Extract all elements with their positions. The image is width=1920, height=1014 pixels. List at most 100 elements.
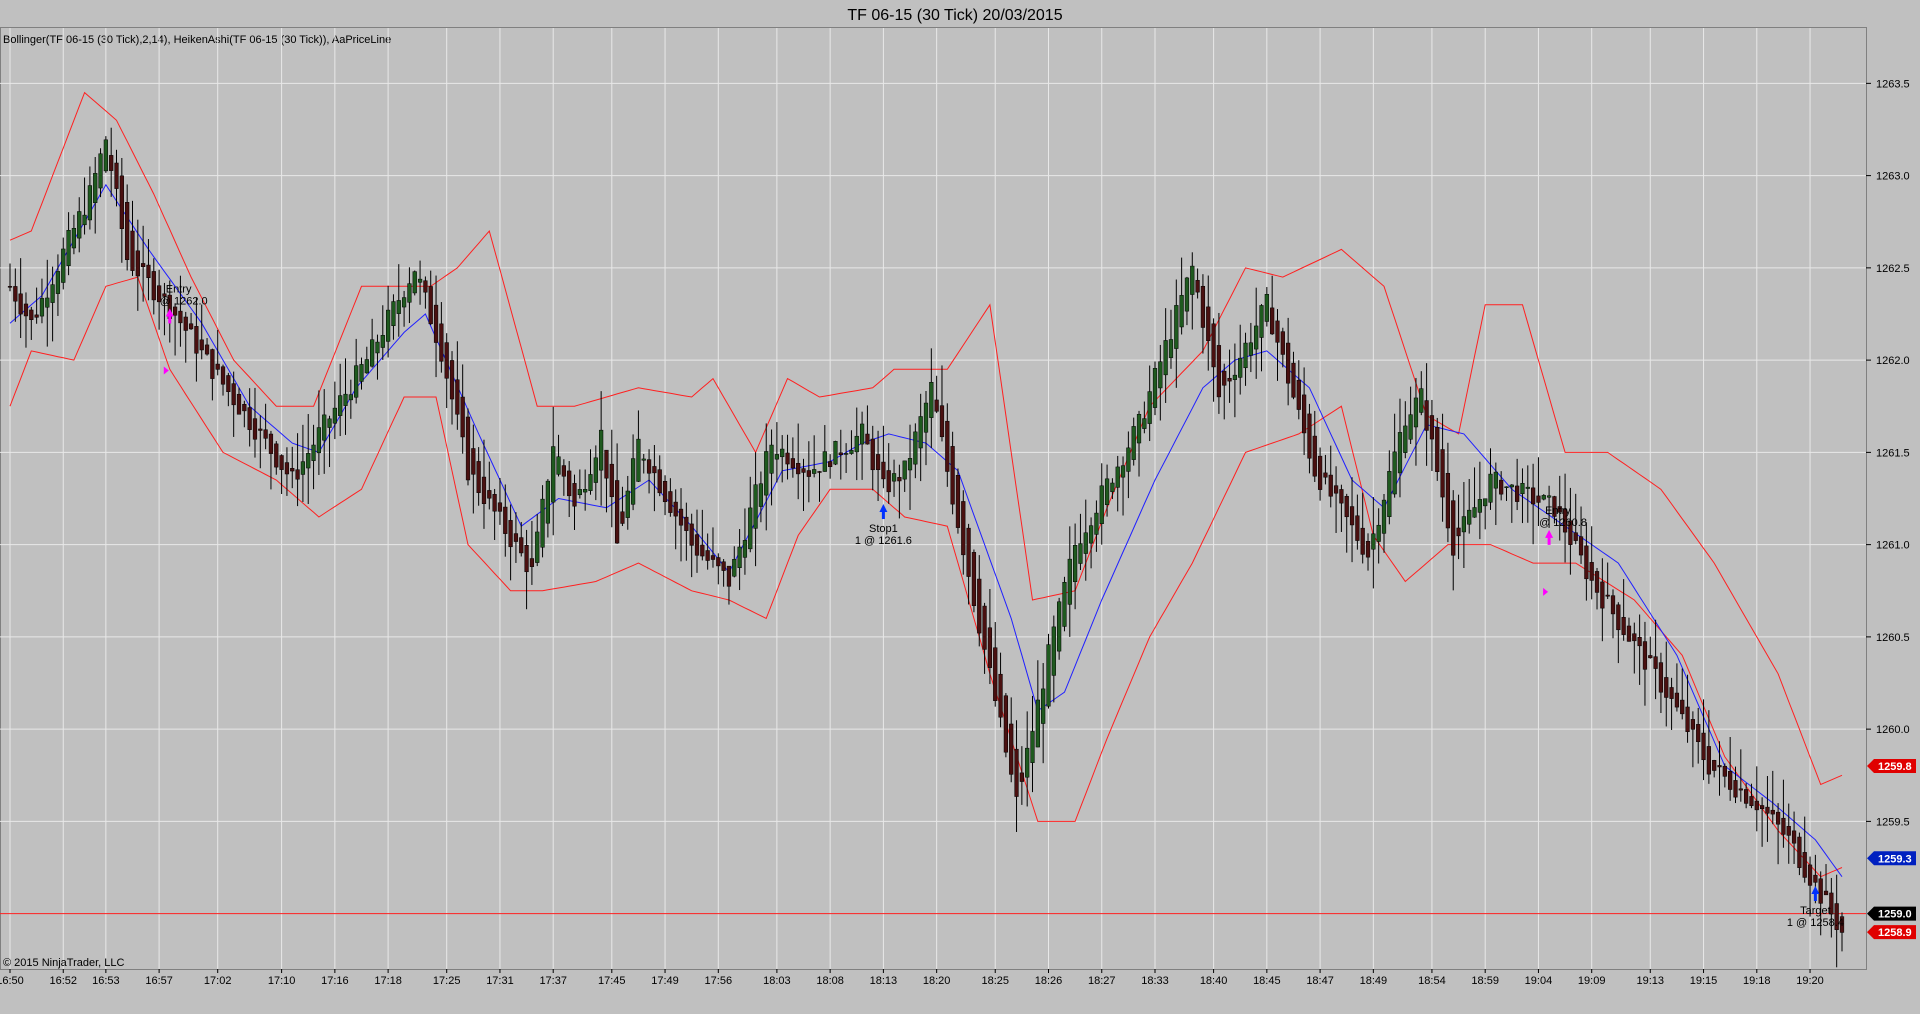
x-tick-label: 17:16 <box>321 975 349 987</box>
candle-body <box>1451 500 1456 556</box>
candle-body <box>764 451 769 496</box>
x-tick-label: 19:04 <box>1525 975 1553 987</box>
candle-body <box>449 360 455 400</box>
candle-body <box>1744 789 1749 804</box>
candle-body <box>34 314 39 318</box>
candle-body <box>465 416 471 481</box>
candle-body <box>327 418 332 428</box>
candle-body <box>652 466 657 474</box>
x-tick-label: 18:45 <box>1253 975 1281 987</box>
candle-body <box>471 448 476 475</box>
candle-body <box>1179 295 1184 328</box>
candle-body <box>742 540 748 558</box>
candle-body <box>1291 362 1296 398</box>
candle-body <box>599 429 604 471</box>
candle-body <box>1152 368 1158 408</box>
candle-body <box>1019 772 1024 782</box>
candle-body <box>1807 864 1813 886</box>
candle-body <box>945 420 950 472</box>
candle-body <box>822 451 827 472</box>
candle-body <box>481 476 487 504</box>
x-tick-label: 18:40 <box>1200 975 1228 987</box>
x-tick-label: 16:50 <box>0 975 24 987</box>
candle-body <box>93 173 98 204</box>
candle-body <box>668 491 673 513</box>
chart-canvas[interactable]: TF 06-15 (30 Tick) 20/03/2015 Bollinger(… <box>0 0 1920 1014</box>
candle-body <box>1605 594 1610 597</box>
candle-body <box>641 458 646 461</box>
candle-body <box>338 395 343 416</box>
candle-body <box>1456 527 1461 537</box>
candle-body <box>881 461 886 480</box>
candle-body <box>146 264 151 279</box>
candle-body <box>1616 604 1621 631</box>
candle-body <box>1147 391 1152 424</box>
candle-body <box>929 382 934 418</box>
x-tick-label: 17:31 <box>486 975 514 987</box>
x-tick-label: 17:45 <box>598 975 626 987</box>
candle-body <box>178 310 183 324</box>
candle-body <box>535 531 540 563</box>
candle-body <box>1435 427 1440 472</box>
candle-body <box>322 414 327 441</box>
candle-body <box>258 428 263 431</box>
candle-body <box>1174 305 1179 349</box>
candle-body <box>1536 495 1541 503</box>
candle-body <box>114 162 119 189</box>
annotation-detail: 1 @ 1261.6 <box>855 535 912 547</box>
candle-body <box>188 323 194 330</box>
candle-body <box>875 454 881 470</box>
candle-body <box>1467 509 1472 525</box>
candle-body <box>1493 471 1498 489</box>
candle-body <box>386 309 391 342</box>
candle-body <box>428 286 433 325</box>
candle-body <box>934 399 939 412</box>
candle-body <box>1328 474 1333 497</box>
candle-body <box>625 490 630 518</box>
candle-body <box>529 558 535 567</box>
candle-body <box>343 393 348 406</box>
candle-body <box>870 438 875 471</box>
candle-body <box>1339 489 1344 504</box>
candle-body <box>1653 656 1658 669</box>
candle-body <box>620 511 625 524</box>
x-tick-label: 16:52 <box>49 975 77 987</box>
candle-body <box>1296 379 1301 410</box>
candle-body <box>1317 455 1323 490</box>
candle-body <box>583 489 588 493</box>
candle-body <box>210 349 215 379</box>
x-tick-label: 18:08 <box>816 975 844 987</box>
candle-body <box>1509 484 1514 488</box>
candle-body <box>1046 644 1051 707</box>
candle-body <box>1546 495 1552 498</box>
candle-body <box>1589 562 1594 581</box>
x-tick-label: 19:15 <box>1690 975 1718 987</box>
candle-body <box>1775 811 1781 825</box>
candle-body <box>737 546 742 568</box>
candle-body <box>1515 485 1520 502</box>
x-tick-label: 18:27 <box>1088 975 1116 987</box>
annotation-label: Entry <box>166 283 192 295</box>
x-tick-label: 18:26 <box>1035 975 1063 987</box>
copyright-text: © 2015 NinjaTrader, LLC <box>3 957 124 969</box>
candle-body <box>551 446 556 503</box>
candle-body <box>662 480 668 503</box>
x-tick-label: 17:02 <box>204 975 232 987</box>
y-tick-label: 1263.0 <box>1876 171 1910 183</box>
candle-body <box>1365 541 1371 558</box>
candle-body <box>1275 320 1280 343</box>
candle-body <box>1371 533 1376 550</box>
candle-body <box>977 578 982 634</box>
candle-body <box>1264 294 1269 322</box>
candle-body <box>1488 473 1493 503</box>
candle-body <box>1440 449 1445 498</box>
candle-body <box>1222 370 1227 386</box>
x-tick-label: 18:49 <box>1360 975 1388 987</box>
candle-body <box>561 465 566 477</box>
candle-body <box>1781 817 1786 835</box>
candle-body <box>1706 746 1711 775</box>
candle-body <box>433 304 439 343</box>
candle-body <box>1216 345 1222 398</box>
candle-body <box>891 473 897 482</box>
candle-body <box>1472 507 1477 518</box>
